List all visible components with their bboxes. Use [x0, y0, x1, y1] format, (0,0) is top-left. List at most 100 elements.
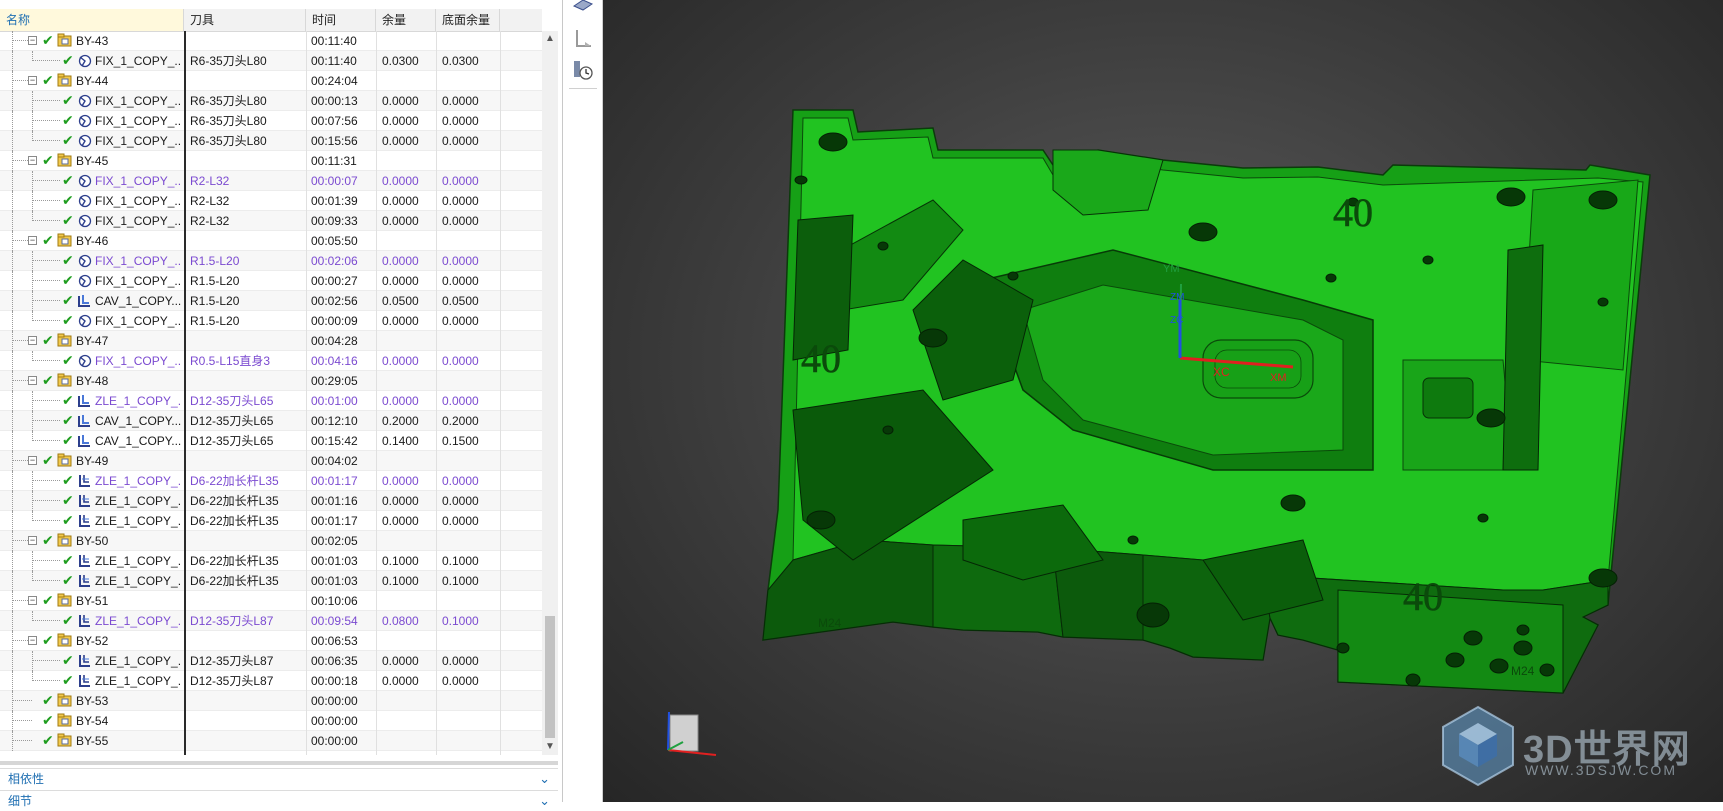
row-floor-stock [442, 231, 502, 251]
operation-row[interactable]: ✔ FIX_1_COPY_... R6-35刀头L80 00:07:56 0.0000 0… [0, 111, 542, 131]
engraving-label: 40 [1403, 574, 1443, 619]
collapse-icon[interactable]: − [28, 336, 37, 345]
tree-line [12, 631, 13, 651]
panel-splitter[interactable] [0, 761, 558, 765]
program-group-row[interactable]: − ✔ BY-50 00:02:05 [0, 531, 542, 551]
row-stock [382, 711, 438, 731]
program-group-row[interactable]: − ✔ BY-52 00:06:53 [0, 631, 542, 651]
operation-tree: ✔ BY-55 00:00:00 ✔ BY-54 00:00:00 ✔ BY-53 00:00:… [0, 31, 542, 755]
row-stock: 0.0000 [382, 514, 419, 528]
collapse-icon[interactable]: − [28, 236, 37, 245]
tree-line [12, 311, 13, 331]
operation-row[interactable]: ✔ FIX_1_COPY_... R1.5-L20 00:02:06 0.0000 0.0… [0, 251, 542, 271]
mold-base-model[interactable]: 40 40 40 M24 M24 XC XM YM ZM ZC [603, 0, 1723, 802]
program-group-row[interactable]: − ✔ BY-48 00:29:05 [0, 371, 542, 391]
row-stock [382, 151, 438, 171]
operation-row[interactable]: ✔ FIX_1_COPY_... R1.5-L20 00:00:09 0.0000 0.0… [0, 311, 542, 331]
status-check-icon: ✔ [62, 132, 74, 148]
program-group-row[interactable]: ✔ BY-55 00:00:00 [0, 731, 542, 751]
operation-row[interactable]: ✔ FIX_1_COPY_... R6-35刀头L80 00:15:56 0.0000 0… [0, 131, 542, 151]
row-name: FIX_1_COPY_... [95, 114, 182, 128]
collapse-icon[interactable]: − [28, 376, 37, 385]
collapse-icon[interactable]: − [28, 156, 37, 165]
collapse-icon[interactable]: − [28, 596, 37, 605]
row-floor-stock: 0.0000 [442, 194, 479, 208]
program-group-row[interactable]: − ✔ BY-47 00:04:28 [0, 331, 542, 351]
row-time: 00:00:09 [311, 314, 358, 328]
program-group-row[interactable]: ✔ BY-53 00:00:00 [0, 691, 542, 711]
operation-row[interactable]: ✔ ZLE_1_COPY_... D12-35刀头L87 00:06:35 0.0000… [0, 651, 542, 671]
operation-row[interactable]: ✔ ZLE_1_COPY_... D12-35刀头L87 00:09:54 0.0800… [0, 611, 542, 631]
axis-label-zc: ZC [1170, 315, 1183, 326]
part-navigator-icon[interactable] [571, 0, 595, 18]
row-stock: 0.0000 [382, 314, 419, 328]
column-divider[interactable] [184, 31, 186, 755]
history-icon[interactable] [571, 58, 595, 82]
scroll-up-icon[interactable]: ▲ [542, 31, 558, 47]
operation-row[interactable]: ✔ FIX_1_COPY_... R6-35刀头L80 00:00:13 0.0000 0… [0, 91, 542, 111]
operation-row[interactable]: ✔ FIX_1_COPY_... R2-L32 00:01:39 0.0000 0.000… [0, 191, 542, 211]
collapse-icon[interactable]: − [28, 36, 37, 45]
program-group-row[interactable]: − ✔ BY-44 00:24:04 [0, 71, 542, 91]
operation-row[interactable]: ✔ CAV_1_COPY... R1.5-L20 00:02:56 0.0500 0.05… [0, 291, 542, 311]
column-header-floor-stock[interactable]: 底面余量 [436, 9, 500, 31]
operation-row[interactable]: ✔ FIX_1_COPY_... R2-L32 00:09:33 0.0000 0.000… [0, 211, 542, 231]
column-header-stock[interactable]: 余量 [376, 9, 436, 31]
row-stock [382, 31, 438, 51]
row-name: CAV_1_COPY... [95, 434, 182, 448]
zlevel-operation-icon [77, 573, 92, 588]
column-header-name[interactable]: 名称 [0, 9, 184, 31]
program-group-row[interactable]: − ✔ BY-43 00:11:40 [0, 31, 542, 51]
view-orientation-triad[interactable] [667, 711, 717, 756]
operation-row[interactable]: ✔ FIX_1_COPY_... R6-35刀头L80 00:11:40 0.0300 0… [0, 51, 542, 71]
row-stock: 0.0000 [382, 254, 419, 268]
row-time: 00:24:04 [311, 74, 358, 88]
collapse-icon[interactable]: − [28, 636, 37, 645]
collapse-icon[interactable]: − [28, 76, 37, 85]
row-floor-stock: 0.0000 [442, 314, 479, 328]
program-group-row[interactable]: − ✔ BY-51 00:10:06 [0, 591, 542, 611]
tree-line [12, 391, 13, 411]
graphics-window[interactable]: 40 40 40 M24 M24 XC XM YM ZM ZC 3D世界网 WW… [603, 0, 1723, 802]
row-floor-stock: 0.0000 [442, 134, 479, 148]
column-header-time[interactable]: 时间 [306, 9, 376, 31]
chevron-down-icon[interactable]: ⌄ [539, 791, 550, 811]
tree-line [12, 111, 13, 131]
scroll-down-icon[interactable]: ▼ [542, 739, 558, 755]
operation-row[interactable]: ✔ FIX_1_COPY_... R2-L32 00:00:07 0.0000 0.000… [0, 171, 542, 191]
collapse-icon[interactable]: − [28, 536, 37, 545]
tree-line [12, 731, 13, 751]
engraving-label: 40 [1333, 190, 1373, 235]
operation-row[interactable]: ✔ FIX_1_COPY_... R0.5-L15直身3 00:04:16 0.0000… [0, 351, 542, 371]
operation-row[interactable]: ✔ CAV_1_COPY... D12-35刀头L65 00:12:10 0.2000 0… [0, 411, 542, 431]
column-header-tool[interactable]: 刀具 [184, 9, 306, 31]
section-details[interactable]: 细节 ⌄ [0, 790, 558, 810]
operation-row[interactable]: ✔ ZLE_1_COPY_... D6-22加长杆L35 00:01:16 0.0000… [0, 491, 542, 511]
operation-row[interactable]: ✔ ZLE_1_COPY_... D6-22加长杆L35 00:01:03 0.1000… [0, 571, 542, 591]
row-floor-stock [442, 71, 502, 91]
chevron-down-icon[interactable]: ⌄ [539, 769, 550, 789]
engraving-label: 40 [801, 336, 841, 381]
operation-row[interactable]: ✔ ZLE_1_COPY_... D12-35刀头L87 00:00:18 0.0000… [0, 671, 542, 691]
scroll-thumb[interactable] [545, 616, 555, 738]
collapse-icon[interactable]: − [28, 456, 37, 465]
vertical-scrollbar[interactable]: ▲ ▼ [542, 31, 558, 755]
program-group-row[interactable]: − ✔ BY-49 00:04:02 [0, 451, 542, 471]
program-group-row[interactable]: − ✔ BY-45 00:11:31 [0, 151, 542, 171]
row-floor-stock [442, 371, 502, 391]
row-floor-stock: 0.0500 [442, 294, 479, 308]
program-group-row[interactable]: ✔ BY-54 00:00:00 [0, 711, 542, 731]
row-name: ZLE_1_COPY_... [95, 574, 182, 588]
operation-row[interactable]: ✔ CAV_1_COPY... D12-35刀头L65 00:15:42 0.1400 0… [0, 431, 542, 451]
section-dependencies[interactable]: 相依性 ⌄ [0, 768, 558, 788]
operation-row[interactable]: ✔ ZLE_1_COPY_... D12-35刀头L65 00:01:00 0.0000… [0, 391, 542, 411]
assembly-navigator-icon[interactable] [571, 26, 595, 50]
operation-row[interactable]: ✔ ZLE_1_COPY_... D6-22加长杆L35 00:01:03 0.1000… [0, 551, 542, 571]
tree-line [32, 360, 60, 361]
operation-row[interactable]: ✔ FIX_1_COPY_... R1.5-L20 00:00:27 0.0000 0.0… [0, 271, 542, 291]
operation-row[interactable]: ✔ ZLE_1_COPY_... D6-22加长杆L35 00:01:17 0.0000… [0, 471, 542, 491]
tree-line [12, 351, 13, 371]
program-group-row[interactable]: − ✔ BY-46 00:05:50 [0, 231, 542, 251]
operation-row[interactable]: ✔ ZLE_1_COPY_... D6-22加长杆L35 00:01:17 0.0000… [0, 511, 542, 531]
row-time: 00:02:56 [311, 294, 358, 308]
